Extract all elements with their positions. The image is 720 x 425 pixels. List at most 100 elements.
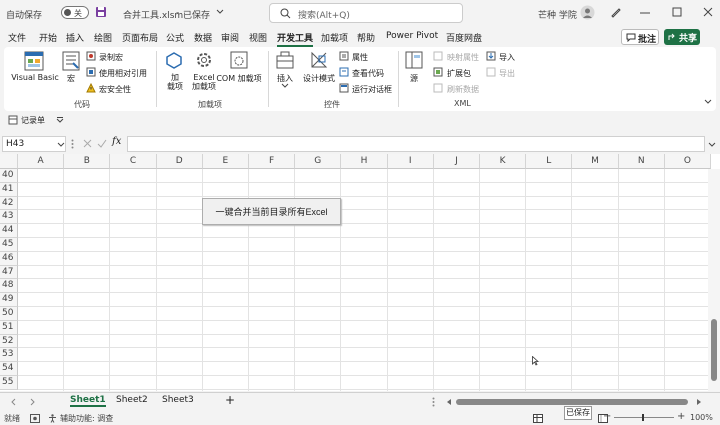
import-button[interactable]: 导入: [499, 52, 515, 63]
save-icon[interactable]: [95, 6, 107, 18]
close-icon[interactable]: [703, 7, 713, 17]
macro-security-button[interactable]: 宏安全性: [99, 84, 131, 95]
expansion-pack-button[interactable]: 扩展包: [447, 68, 471, 79]
tab-data[interactable]: 数据: [194, 31, 212, 44]
tab-file[interactable]: 文件: [8, 31, 26, 44]
sheet-tab-3[interactable]: Sheet3: [162, 395, 194, 405]
xml-source-button[interactable]: 源: [407, 73, 421, 84]
chevron-down-icon[interactable]: [216, 9, 224, 15]
worksheet-grid[interactable]: ABCDEFGHIJKLMNO 40 41 42 43 44 45 46 47 48 49 50 51…: [0, 154, 720, 391]
normal-view-icon[interactable]: [533, 414, 543, 423]
relative-ref-button[interactable]: 使用相对引用: [99, 68, 147, 79]
row-header[interactable]: 41: [0, 182, 18, 197]
visual-basic-button[interactable]: Visual Basic: [11, 73, 59, 82]
minimize-icon[interactable]: [640, 12, 650, 14]
addins-icon[interactable]: [165, 51, 183, 69]
zoom-level[interactable]: 100%: [690, 413, 713, 422]
tab-power-pivot[interactable]: Power Pivot: [386, 31, 438, 41]
design-mode-button[interactable]: 设计模式: [302, 73, 336, 84]
row-header[interactable]: 48: [0, 279, 18, 294]
row-header[interactable]: 51: [0, 320, 18, 335]
maximize-icon[interactable]: [672, 7, 682, 17]
tab-review[interactable]: 审阅: [221, 31, 239, 44]
map-properties-button[interactable]: 映射属性: [447, 52, 479, 63]
column-header[interactable]: F: [249, 154, 296, 169]
view-code-button[interactable]: 查看代码: [352, 68, 384, 79]
row-header[interactable]: 53: [0, 348, 18, 363]
column-header[interactable]: C: [110, 154, 157, 169]
cancel-icon[interactable]: [83, 139, 92, 148]
row-header[interactable]: 46: [0, 251, 18, 266]
chevron-down-icon[interactable]: [708, 142, 716, 147]
row-header[interactable]: 55: [0, 376, 18, 390]
row-header[interactable]: 42: [0, 196, 18, 211]
column-header[interactable]: M: [572, 154, 619, 169]
addins-button[interactable]: 加 载项: [163, 73, 187, 91]
tab-formulas[interactable]: 公式: [166, 31, 184, 44]
export-button[interactable]: 导出: [499, 68, 515, 79]
row-header[interactable]: 52: [0, 334, 18, 349]
vertical-scrollbar[interactable]: [708, 169, 720, 391]
properties-button[interactable]: 属性: [352, 52, 368, 63]
sheet-tab-2[interactable]: Sheet2: [116, 395, 148, 405]
select-all-corner[interactable]: [0, 154, 18, 169]
scroll-thumb[interactable]: [711, 319, 717, 381]
design-mode-icon[interactable]: [310, 51, 328, 69]
row-header[interactable]: 50: [0, 307, 18, 321]
merge-excel-button[interactable]: 一键合并当前目录所有Excel: [202, 198, 341, 225]
column-header[interactable]: L: [526, 154, 573, 169]
tab-draw[interactable]: 绘图: [94, 31, 112, 44]
zoom-slider-handle[interactable]: [642, 414, 644, 421]
chevron-left-icon[interactable]: [10, 398, 16, 406]
scroll-left-icon[interactable]: [446, 399, 452, 405]
column-header[interactable]: G: [295, 154, 342, 169]
share-button[interactable]: 共享: [664, 29, 700, 45]
tab-home[interactable]: 开始: [39, 31, 57, 44]
com-addins-icon[interactable]: [230, 51, 248, 69]
toolbox-icon[interactable]: [276, 51, 294, 69]
chevron-right-icon[interactable]: [30, 398, 36, 406]
tab-view[interactable]: 视图: [249, 31, 267, 44]
row-header[interactable]: 47: [0, 265, 18, 280]
column-header[interactable]: A: [18, 154, 65, 169]
chevron-down-icon[interactable]: [704, 99, 712, 104]
tab-developer[interactable]: 开发工具: [277, 31, 314, 47]
accessibility-status[interactable]: 辅助功能: 调查: [60, 413, 113, 424]
insert-function-icon[interactable]: fx: [112, 136, 121, 147]
column-header[interactable]: D: [156, 154, 203, 169]
horizontal-scrollbar[interactable]: [446, 398, 702, 406]
macro-record-icon[interactable]: [30, 414, 40, 423]
column-header[interactable]: J: [433, 154, 480, 169]
user-name[interactable]: 芒种 学院: [538, 8, 577, 21]
avatar[interactable]: [580, 5, 595, 20]
macros-icon[interactable]: [61, 51, 81, 71]
column-header[interactable]: O: [664, 154, 711, 169]
row-header[interactable]: 44: [0, 224, 18, 238]
row-header[interactable]: 45: [0, 238, 18, 252]
column-header[interactable]: N: [618, 154, 665, 169]
check-icon[interactable]: [97, 139, 107, 148]
column-header[interactable]: I: [387, 154, 434, 169]
column-header[interactable]: K: [480, 154, 527, 169]
record-macro-button[interactable]: 录制宏: [99, 52, 123, 63]
xml-source-icon[interactable]: [405, 51, 423, 69]
tab-page-layout[interactable]: 页面布局: [122, 31, 158, 44]
chevron-down-icon[interactable]: [281, 83, 289, 88]
chevron-down-icon[interactable]: [57, 142, 65, 147]
row-header[interactable]: 43: [0, 210, 18, 225]
search-box[interactable]: 搜索(Alt+Q): [269, 3, 463, 23]
zoom-in-button[interactable]: +: [677, 411, 685, 422]
row-header[interactable]: 54: [0, 362, 18, 376]
zoom-slider[interactable]: [614, 417, 674, 418]
scroll-right-icon[interactable]: [696, 399, 702, 405]
row-header[interactable]: 49: [0, 293, 18, 307]
column-header[interactable]: B: [64, 154, 111, 169]
pen-icon[interactable]: [610, 6, 622, 18]
tab-insert[interactable]: 插入: [66, 31, 84, 44]
row-header[interactable]: 40: [0, 169, 18, 183]
add-sheet-button[interactable]: +: [225, 393, 235, 407]
tab-addins[interactable]: 加载项: [321, 31, 348, 44]
run-dialog-button[interactable]: 运行对话框: [352, 84, 392, 95]
comments-button[interactable]: 批注: [621, 29, 659, 45]
column-header[interactable]: E: [202, 154, 249, 169]
